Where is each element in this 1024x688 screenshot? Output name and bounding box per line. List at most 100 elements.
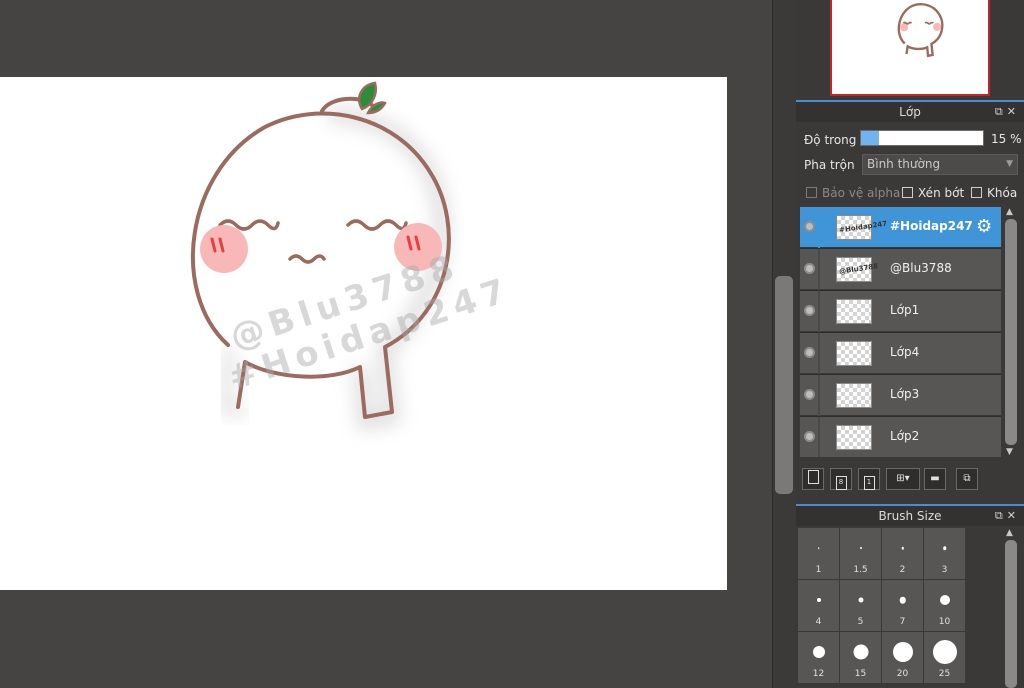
close-icon[interactable]: ✕: [1007, 105, 1020, 118]
gear-icon[interactable]: ⚙: [976, 217, 992, 237]
brush-size-cell[interactable]: 7: [882, 580, 923, 631]
brush-size-label: 10: [938, 617, 951, 627]
brush-size-label: 25: [938, 669, 951, 679]
brush-size-grid: 1 1.5 2 3 4 5 7 10 12 15 20 25: [798, 528, 998, 688]
brush-size-cell[interactable]: 4: [798, 580, 839, 631]
brush-size-label: 15: [854, 669, 867, 679]
layer-row[interactable]: @Blu3788 @Blu3788: [800, 249, 1001, 290]
checkbox-box: [971, 187, 982, 198]
brush-dot: [892, 642, 913, 662]
blend-mode-select[interactable]: Bình thường ▼: [862, 154, 1018, 175]
brush-size-cell[interactable]: 3: [924, 528, 965, 579]
brush-dot: [939, 595, 950, 605]
opacity-value: 15 %: [991, 132, 1022, 146]
visibility-eye-icon[interactable]: [804, 221, 815, 232]
new-layer-button[interactable]: [802, 468, 824, 490]
layer-list-scrollbar[interactable]: ▲ ▼: [1002, 207, 1020, 457]
layer-thumbnail-text: #Hoidap247: [838, 219, 888, 235]
character-drawing: @Blu3788 #Hoidap247: [190, 81, 516, 431]
brush-size-cell[interactable]: 10: [924, 580, 965, 631]
brush-size-cell[interactable]: 1: [798, 528, 839, 579]
layer-name: Lớp2: [890, 429, 920, 443]
checkbox-box: [902, 187, 913, 198]
clipping-checkbox[interactable]: Xén bớt: [902, 186, 964, 202]
layer-row[interactable]: Lớp1: [800, 291, 1001, 332]
brush-dot: [859, 547, 862, 549]
brush-size-cell[interactable]: 1.5: [840, 528, 881, 579]
visibility-eye-icon[interactable]: [804, 389, 815, 400]
brush-size-cell[interactable]: 15: [840, 632, 881, 683]
close-icon[interactable]: ✕: [1007, 509, 1020, 522]
layer-panel: Lớp ⧉✕ Độ trong 15 % Pha trộn Bình thườn…: [796, 100, 1024, 500]
layer-row[interactable]: Lớp4: [800, 333, 1001, 374]
new-layer-icon: [807, 470, 819, 484]
brush-size-label: 5: [857, 617, 864, 627]
navigator-viewport[interactable]: [830, 0, 990, 96]
layer-name: @Blu3788: [890, 261, 952, 275]
layer-name: Lớp3: [890, 387, 920, 401]
layer-row[interactable]: Lớp3: [800, 375, 1001, 416]
brush-size-label: 7: [899, 617, 906, 627]
brush-size-cell[interactable]: 20: [882, 632, 923, 683]
new-folder-button[interactable]: ▬: [924, 468, 946, 490]
new-8bit-layer-button[interactable]: 8: [830, 468, 852, 490]
brush-size-label: 12: [812, 669, 825, 679]
layer-panel-title-text: Lớp: [899, 105, 921, 119]
brush-size-cell[interactable]: 25: [924, 632, 965, 683]
layer-thumbnail-text: @Blu3788: [838, 262, 879, 276]
brush-panel-title: Brush Size ⧉✕: [796, 504, 1024, 526]
brush-size-cell[interactable]: 12: [798, 632, 839, 683]
layer-divider: [818, 417, 820, 457]
brush-dot: [817, 547, 820, 549]
layer-thumbnail: #Hoidap247: [836, 215, 888, 240]
8bit-layer-icon: 8: [835, 476, 847, 490]
popout-icon[interactable]: ⧉: [995, 105, 1007, 118]
brush-dot: [901, 546, 904, 550]
layer-name: Lớp4: [890, 345, 920, 359]
canvas-vertical-scrollbar[interactable]: [772, 0, 796, 688]
visibility-eye-icon[interactable]: [804, 347, 815, 358]
1bit-layer-icon: 1: [863, 476, 875, 490]
opacity-slider[interactable]: [860, 130, 984, 146]
add-layer-menu-button[interactable]: ⊞▾: [886, 468, 920, 490]
duplicate-layer-button[interactable]: ⧉: [956, 468, 978, 490]
visibility-eye-icon[interactable]: [804, 305, 815, 316]
panel-window-buttons: ⧉✕: [995, 102, 1020, 122]
brush-size-cell[interactable]: 2: [882, 528, 923, 579]
scroll-up-icon[interactable]: ▲: [1006, 207, 1013, 217]
brush-panel-scrollbar[interactable]: ▲: [1002, 528, 1020, 688]
app-window: @Blu3788 #Hoidap247 Lớp ⧉✕ Độ trong 15 %…: [0, 0, 1024, 688]
scroll-down-icon[interactable]: ▼: [1006, 447, 1013, 457]
visibility-eye-icon[interactable]: [804, 263, 815, 274]
scrollbar-thumb[interactable]: [775, 276, 793, 494]
brush-dot: [858, 597, 863, 603]
opacity-label: Độ trong: [804, 133, 857, 147]
layer-toolbar: 8 1 ⊞▾ ▬ ⧉: [800, 466, 1020, 494]
brush-dot: [942, 546, 947, 550]
drawing-canvas[interactable]: @Blu3788 #Hoidap247: [0, 77, 727, 590]
new-1bit-layer-button[interactable]: 1: [858, 468, 880, 490]
layer-name: #Hoidap247: [890, 219, 973, 233]
checkbox-box: [806, 187, 817, 198]
brush-size-label: 2: [899, 565, 906, 575]
lock-label: Khóa: [987, 186, 1018, 200]
blend-label: Pha trộn: [804, 158, 855, 172]
layer-row[interactable]: #Hoidap247 #Hoidap247 ⚙: [800, 207, 1001, 248]
layer-divider: [818, 207, 820, 248]
protect-alpha-checkbox[interactable]: Bảo vệ alpha: [806, 186, 900, 202]
layer-row[interactable]: Lớp2: [800, 417, 1001, 457]
canvas-workspace[interactable]: @Blu3788 #Hoidap247: [0, 0, 772, 688]
scrollbar-thumb[interactable]: [1005, 540, 1017, 688]
scroll-up-icon[interactable]: ▲: [1006, 528, 1013, 538]
layer-thumbnail: [836, 425, 872, 450]
brush-size-panel: Brush Size ⧉✕ 1 1.5 2 3 4 5 7 10 12 15 20 25 ▲: [796, 504, 1024, 688]
brush-size-label: 20: [896, 669, 909, 679]
right-dock: Lớp ⧉✕ Độ trong 15 % Pha trộn Bình thườn…: [796, 0, 1024, 688]
visibility-eye-icon[interactable]: [804, 431, 815, 442]
navigator-panel[interactable]: [796, 0, 1024, 98]
layer-thumbnail: [836, 299, 872, 324]
lock-checkbox[interactable]: Khóa: [971, 186, 1017, 202]
scrollbar-thumb[interactable]: [1005, 219, 1017, 445]
brush-size-cell[interactable]: 5: [840, 580, 881, 631]
popout-icon[interactable]: ⧉: [995, 509, 1007, 522]
